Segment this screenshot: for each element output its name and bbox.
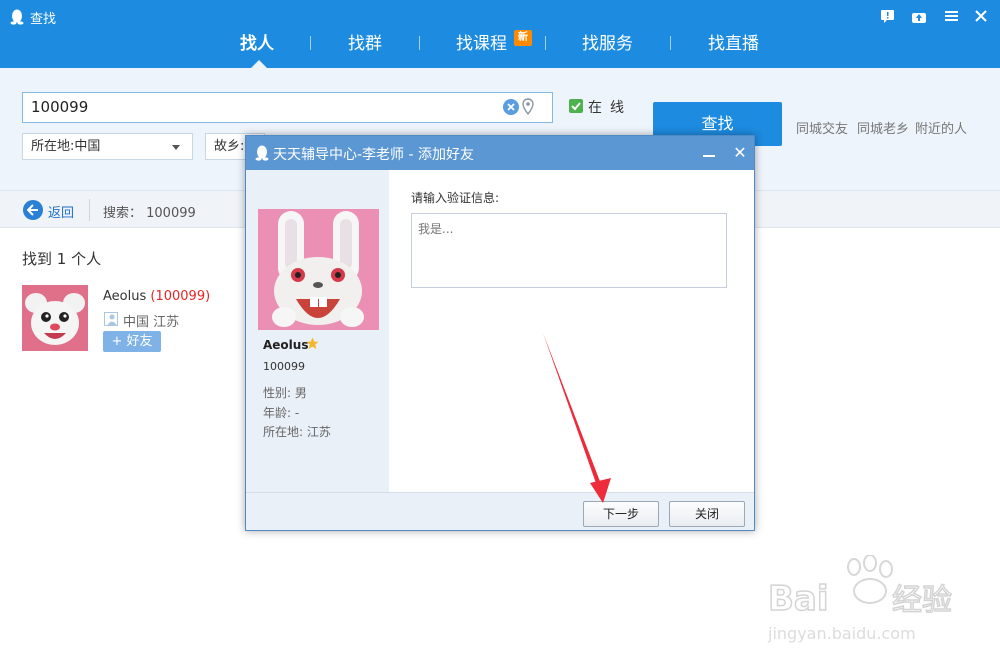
find-window: 查找 找人 找群 找课程 找服务 找直播 新 100099 在线 查找 同城交友… — [0, 0, 1000, 666]
watermark-logo: Bai 经验 jingyan.baidu.com — [767, 555, 953, 643]
svg-text:jingyan.baidu.com: jingyan.baidu.com — [767, 624, 916, 643]
svg-text:Bai: Bai — [768, 579, 829, 619]
svg-text:经验: 经验 — [892, 583, 952, 618]
